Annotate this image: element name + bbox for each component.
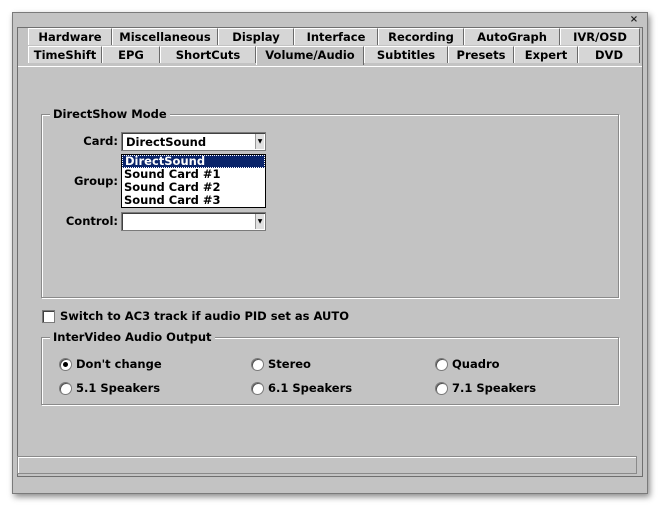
radio-dont-change-label: Don't change: [76, 357, 162, 371]
intervideo-audio-output-group: InterVideo Audio Output Don't change Ste…: [41, 330, 619, 405]
title-bar: ×: [13, 13, 647, 27]
tab-epg[interactable]: EPG: [102, 46, 160, 63]
ac3-auto-checkbox[interactable]: [42, 310, 55, 323]
radio-selected-dot: [63, 362, 68, 367]
tab-autograph[interactable]: AutoGraph: [464, 28, 560, 45]
dropdown-option-sound-card-3[interactable]: Sound Card #3: [122, 194, 265, 207]
close-icon[interactable]: ×: [627, 14, 641, 26]
group-label: Group:: [73, 174, 118, 188]
status-bar: [17, 456, 637, 474]
radio-quadro[interactable]: [435, 358, 448, 371]
tab-interface[interactable]: Interface: [294, 28, 378, 45]
radio-5-1-speakers-label: 5.1 Speakers: [76, 381, 161, 395]
card-label: Card:: [83, 134, 118, 148]
tab-display[interactable]: Display: [218, 28, 294, 45]
directshow-mode-title: DirectShow Mode: [50, 107, 170, 121]
radio-stereo[interactable]: [251, 358, 264, 371]
card-combobox-value: DirectSound: [126, 135, 207, 149]
radio-6-1-speakers-label: 6.1 Speakers: [268, 381, 353, 395]
radio-7-1-speakers-label: 7.1 Speakers: [452, 381, 537, 395]
tab-ivr-osd[interactable]: IVR/OSD: [560, 28, 640, 45]
tab-content: DirectShow Mode Card: DirectSound ▼ Dire…: [18, 66, 642, 475]
tab-miscellaneous[interactable]: Miscellaneous: [112, 28, 218, 45]
tab-recording[interactable]: Recording: [378, 28, 464, 45]
tab-presets[interactable]: Presets: [448, 46, 514, 63]
tab-timeshift[interactable]: TimeShift: [28, 46, 102, 63]
ac3-auto-label: Switch to AC3 track if audio PID set as …: [60, 309, 349, 323]
radio-5-1-speakers[interactable]: [59, 382, 72, 395]
card-dropdown-list: DirectSound Sound Card #1 Sound Card #2 …: [121, 154, 266, 208]
tab-volume-audio[interactable]: Volume/Audio: [256, 46, 364, 65]
radio-stereo-label: Stereo: [268, 357, 311, 371]
radio-6-1-speakers[interactable]: [251, 382, 264, 395]
chevron-down-icon[interactable]: ▼: [255, 214, 264, 229]
radio-7-1-speakers[interactable]: [435, 382, 448, 395]
tab-dvd[interactable]: DVD: [578, 46, 640, 63]
tab-shortcuts[interactable]: ShortCuts: [160, 46, 256, 63]
chevron-down-icon[interactable]: ▼: [255, 134, 264, 149]
settings-panel: Hardware Miscellaneous Display Interface…: [17, 27, 643, 477]
directshow-mode-group: DirectShow Mode Card: DirectSound ▼ Dire…: [41, 107, 619, 298]
radio-quadro-label: Quadro: [452, 357, 500, 371]
radio-dont-change[interactable]: [59, 358, 72, 371]
control-combobox[interactable]: ▼: [121, 212, 266, 231]
intervideo-audio-output-title: InterVideo Audio Output: [50, 330, 215, 344]
tab-hardware[interactable]: Hardware: [28, 28, 112, 45]
tab-subtitles[interactable]: Subtitles: [364, 46, 448, 63]
settings-window: × Hardware Miscellaneous Display Interfa…: [12, 12, 648, 494]
tab-expert[interactable]: Expert: [514, 46, 578, 63]
control-label: Control:: [65, 214, 118, 228]
card-combobox[interactable]: DirectSound ▼: [121, 132, 266, 151]
